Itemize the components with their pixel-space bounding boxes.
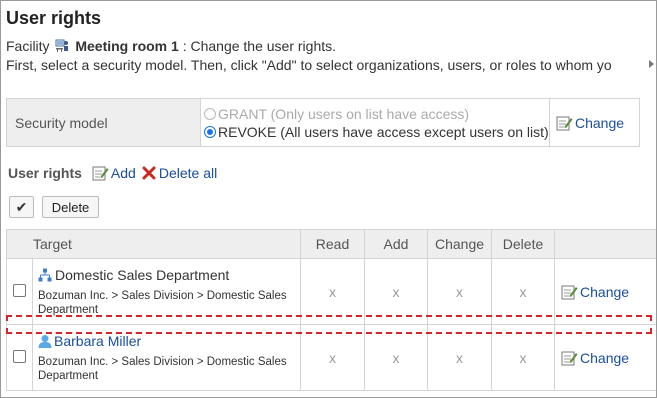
facility-line: Facility Meeting room 1 : Change the use… [6,38,336,54]
target-path: Bozuman Inc. > Sales Division > Domestic… [38,289,287,316]
column-header-change: Change [427,229,493,259]
row-checkbox-cell [6,324,33,391]
organization-icon [38,268,52,281]
delete-x-icon [142,166,156,180]
add-permission-cell: x [364,324,429,391]
add-button[interactable]: Add [92,165,136,181]
instructions-text: First, select a security model. Then, cl… [6,57,612,73]
target-name: Barbara Miller [38,333,299,349]
edit-icon [556,116,573,130]
delete-all-label: Delete all [158,165,218,181]
delete-button[interactable]: Delete [42,196,99,218]
delete-all-button[interactable]: Delete all [142,165,217,181]
user-rights-header: User rights Add Delete all [8,165,223,181]
user-icon [38,334,52,348]
add-icon [92,166,109,181]
user-rights-page: User rights Facility Meeting room 1 : Ch… [0,0,657,398]
security-option-revoke[interactable]: REVOKE (All users have access except use… [204,123,549,141]
target-cell: Barbara Miller Bozuman Inc. > Sales Divi… [31,324,302,391]
check-all-button[interactable]: ✔ [9,196,34,218]
target-path: Bozuman Inc. > Sales Division > Domestic… [38,355,287,382]
change-permission-cell: x [427,324,493,391]
column-header-delete: Delete [491,229,556,259]
table-row: Barbara Miller Bozuman Inc. > Sales Divi… [6,324,656,391]
column-header-actions [554,229,656,259]
edit-icon [561,285,578,299]
facility-label: Facility [6,38,50,54]
security-model-change-label: Change [575,114,625,131]
security-model-change-link[interactable]: Change [556,115,624,131]
security-option-grant[interactable]: GRANT (Only users on list have access) [204,105,549,123]
row-change-link[interactable]: Change [561,350,629,366]
revoke-radio[interactable] [204,125,216,138]
user-rights-label: User rights [8,165,82,181]
add-label: Add [110,165,136,181]
column-header-add: Add [364,229,429,259]
security-model-table: Security model GRANT (Only users on list… [6,98,640,147]
user-rights-table: Target Read Add Change Delete Domestic S… [5,229,656,391]
security-model-label: Security model [6,98,201,147]
read-permission-cell: x [300,324,366,391]
table-header-row: Target Read Add Change Delete [5,229,656,259]
row-change-label: Change [580,349,630,366]
security-model-change-cell: Change [549,98,640,147]
grant-label: GRANT (Only users on list have access) [218,105,470,122]
annotation-highlight-box [6,315,652,334]
row-change-label: Change [580,283,630,300]
user-name-link[interactable]: Barbara Miller [54,333,141,349]
column-header-read: Read [300,229,366,259]
facility-suffix: : Change the user rights. [182,38,337,54]
meeting-room-icon [55,39,69,52]
grant-radio[interactable] [204,107,216,120]
edit-icon [561,351,578,365]
target-name: Domestic Sales Department [38,267,299,283]
target-name-label: Domestic Sales Department [55,266,230,283]
revoke-label: REVOKE (All users have access except use… [218,123,549,140]
facility-name: Meeting room 1 [75,38,179,54]
column-header-target: Target [5,229,302,259]
horizontal-scroll-arrow[interactable] [646,53,655,77]
security-model-options: GRANT (Only users on list have access) R… [200,98,550,147]
row-change-link[interactable]: Change [561,284,629,300]
page-title: User rights [6,8,102,28]
chevron-right-icon [649,60,654,68]
delete-permission-cell: x [491,324,556,391]
row-checkbox[interactable] [13,349,26,363]
checkmark-icon: ✔ [15,198,28,215]
row-change-cell: Change [554,324,656,391]
row-checkbox[interactable] [13,283,26,297]
